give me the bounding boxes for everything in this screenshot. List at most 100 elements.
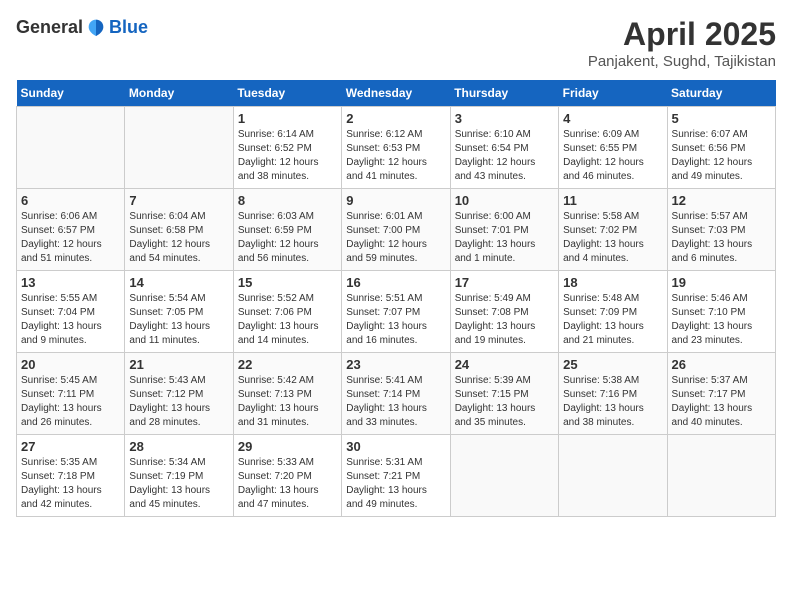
calendar-cell: 2 Sunrise: 6:12 AM Sunset: 6:53 PM Daylig…: [342, 107, 450, 189]
day-info: Sunrise: 5:33 AM Sunset: 7:20 PM Dayligh…: [238, 456, 337, 512]
week-row-4: 20 Sunrise: 5:45 AM Sunset: 7:11 PM Dayli…: [17, 353, 776, 435]
day-number: 22: [238, 357, 337, 372]
day-number: 30: [346, 439, 445, 454]
day-number: 25: [563, 357, 662, 372]
calendar-cell: 7Sunrise: 6:04 AM Sunset: 6:58 PM Daylig…: [125, 189, 233, 271]
calendar-cell: 19 Sunrise: 5:46 AM Sunset: 7:10 PM Dayli…: [667, 271, 775, 353]
day-number: 3: [455, 111, 554, 126]
calendar-cell: [667, 435, 775, 517]
day-info: Sunrise: 6:00 AM Sunset: 7:01 PM Dayligh…: [455, 210, 554, 266]
day-info: Sunrise: 5:35 AM Sunset: 7:18 PM Dayligh…: [21, 456, 120, 512]
day-info: Sunrise: 5:58 AM Sunset: 7:02 PM Dayligh…: [563, 210, 662, 266]
day-info: Sunrise: 5:39 AM Sunset: 7:15 PM Dayligh…: [455, 374, 554, 430]
calendar-cell: 13 Sunrise: 5:55 AM Sunset: 7:04 PM Dayli…: [17, 271, 125, 353]
day-header-sunday: Sunday: [17, 80, 125, 107]
calendar-cell: 1 Sunrise: 6:14 AM Sunset: 6:52 PM Daylig…: [233, 107, 341, 189]
day-info: Sunrise: 6:07 AM Sunset: 6:56 PM Dayligh…: [672, 128, 771, 184]
day-info: Sunrise: 5:38 AM Sunset: 7:16 PM Dayligh…: [563, 374, 662, 430]
day-info: Sunrise: 6:12 AM Sunset: 6:53 PM Dayligh…: [346, 128, 445, 184]
day-number: 19: [672, 275, 771, 290]
day-info: Sunrise: 5:57 AM Sunset: 7:03 PM Dayligh…: [672, 210, 771, 266]
subtitle: Panjakent, Sughd, Tajikistan: [588, 53, 776, 70]
day-header-tuesday: Tuesday: [233, 80, 341, 107]
calendar-cell: 8 Sunrise: 6:03 AM Sunset: 6:59 PM Daylig…: [233, 189, 341, 271]
day-info: Sunrise: 5:51 AM Sunset: 7:07 PM Dayligh…: [346, 292, 445, 348]
day-info: Sunrise: 6:09 AM Sunset: 6:55 PM Dayligh…: [563, 128, 662, 184]
calendar-cell: 25 Sunrise: 5:38 AM Sunset: 7:16 PM Dayli…: [559, 353, 667, 435]
calendar-cell: 22Sunrise: 5:42 AM Sunset: 7:13 PM Dayli…: [233, 353, 341, 435]
calendar-cell: [559, 435, 667, 517]
day-number: 1: [238, 111, 337, 126]
day-number: 6: [21, 193, 120, 208]
week-row-3: 13 Sunrise: 5:55 AM Sunset: 7:04 PM Dayli…: [17, 271, 776, 353]
day-number: 11: [563, 193, 662, 208]
day-number: 12: [672, 193, 771, 208]
day-info: Sunrise: 6:10 AM Sunset: 6:54 PM Dayligh…: [455, 128, 554, 184]
day-info: Sunrise: 5:48 AM Sunset: 7:09 PM Dayligh…: [563, 292, 662, 348]
day-number: 17: [455, 275, 554, 290]
calendar-table: SundayMondayTuesdayWednesdayThursdayFrid…: [16, 80, 776, 517]
calendar-cell: 30Sunrise: 5:31 AM Sunset: 7:21 PM Dayli…: [342, 435, 450, 517]
calendar-cell: 20 Sunrise: 5:45 AM Sunset: 7:11 PM Dayli…: [17, 353, 125, 435]
calendar-cell: [125, 107, 233, 189]
logo-blue: Blue: [109, 17, 148, 38]
calendar-cell: 15Sunrise: 5:52 AM Sunset: 7:06 PM Dayli…: [233, 271, 341, 353]
calendar-cell: 4 Sunrise: 6:09 AM Sunset: 6:55 PM Daylig…: [559, 107, 667, 189]
calendar-cell: 28 Sunrise: 5:34 AM Sunset: 7:19 PM Dayli…: [125, 435, 233, 517]
calendar-cell: 24 Sunrise: 5:39 AM Sunset: 7:15 PM Dayli…: [450, 353, 558, 435]
calendar-cell: 16 Sunrise: 5:51 AM Sunset: 7:07 PM Dayli…: [342, 271, 450, 353]
day-number: 5: [672, 111, 771, 126]
calendar-cell: 21 Sunrise: 5:43 AM Sunset: 7:12 PM Dayli…: [125, 353, 233, 435]
day-number: 27: [21, 439, 120, 454]
day-info: Sunrise: 5:45 AM Sunset: 7:11 PM Dayligh…: [21, 374, 120, 430]
calendar-cell: 12 Sunrise: 5:57 AM Sunset: 7:03 PM Dayli…: [667, 189, 775, 271]
calendar-cell: 11 Sunrise: 5:58 AM Sunset: 7:02 PM Dayli…: [559, 189, 667, 271]
calendar-cell: 3 Sunrise: 6:10 AM Sunset: 6:54 PM Daylig…: [450, 107, 558, 189]
day-info: Sunrise: 5:43 AM Sunset: 7:12 PM Dayligh…: [129, 374, 228, 430]
week-row-2: 6Sunrise: 6:06 AM Sunset: 6:57 PM Daylig…: [17, 189, 776, 271]
day-number: 20: [21, 357, 120, 372]
main-title: April 2025: [588, 16, 776, 53]
day-number: 21: [129, 357, 228, 372]
day-info: Sunrise: 6:04 AM Sunset: 6:58 PM Dayligh…: [129, 210, 228, 266]
day-info: Sunrise: 5:55 AM Sunset: 7:04 PM Dayligh…: [21, 292, 120, 348]
calendar-cell: 17Sunrise: 5:49 AM Sunset: 7:08 PM Dayli…: [450, 271, 558, 353]
week-row-1: 1 Sunrise: 6:14 AM Sunset: 6:52 PM Daylig…: [17, 107, 776, 189]
calendar-cell: 29Sunrise: 5:33 AM Sunset: 7:20 PM Dayli…: [233, 435, 341, 517]
day-info: Sunrise: 5:52 AM Sunset: 7:06 PM Dayligh…: [238, 292, 337, 348]
calendar-cell: 26Sunrise: 5:37 AM Sunset: 7:17 PM Dayli…: [667, 353, 775, 435]
day-info: Sunrise: 5:34 AM Sunset: 7:19 PM Dayligh…: [129, 456, 228, 512]
day-info: Sunrise: 6:03 AM Sunset: 6:59 PM Dayligh…: [238, 210, 337, 266]
day-number: 28: [129, 439, 228, 454]
calendar-cell: 14Sunrise: 5:54 AM Sunset: 7:05 PM Dayli…: [125, 271, 233, 353]
day-number: 14: [129, 275, 228, 290]
day-number: 10: [455, 193, 554, 208]
calendar-cell: 27 Sunrise: 5:35 AM Sunset: 7:18 PM Dayli…: [17, 435, 125, 517]
calendar-cell: 5 Sunrise: 6:07 AM Sunset: 6:56 PM Daylig…: [667, 107, 775, 189]
calendar-cell: 9Sunrise: 6:01 AM Sunset: 7:00 PM Daylig…: [342, 189, 450, 271]
day-number: 8: [238, 193, 337, 208]
logo: General Blue: [16, 16, 148, 38]
day-number: 16: [346, 275, 445, 290]
logo-general: General: [16, 17, 83, 38]
day-number: 13: [21, 275, 120, 290]
day-number: 24: [455, 357, 554, 372]
calendar-cell: [450, 435, 558, 517]
calendar-cell: 10 Sunrise: 6:00 AM Sunset: 7:01 PM Dayli…: [450, 189, 558, 271]
day-header-thursday: Thursday: [450, 80, 558, 107]
calendar-cell: 18Sunrise: 5:48 AM Sunset: 7:09 PM Dayli…: [559, 271, 667, 353]
day-number: 26: [672, 357, 771, 372]
logo-icon: [85, 16, 107, 38]
day-number: 9: [346, 193, 445, 208]
title-area: April 2025 Panjakent, Sughd, Tajikistan: [588, 16, 776, 70]
day-number: 23: [346, 357, 445, 372]
calendar-cell: 6Sunrise: 6:06 AM Sunset: 6:57 PM Daylig…: [17, 189, 125, 271]
calendar-cell: 23Sunrise: 5:41 AM Sunset: 7:14 PM Dayli…: [342, 353, 450, 435]
day-info: Sunrise: 5:46 AM Sunset: 7:10 PM Dayligh…: [672, 292, 771, 348]
day-header-wednesday: Wednesday: [342, 80, 450, 107]
day-number: 4: [563, 111, 662, 126]
day-info: Sunrise: 6:14 AM Sunset: 6:52 PM Dayligh…: [238, 128, 337, 184]
day-header-saturday: Saturday: [667, 80, 775, 107]
day-number: 2: [346, 111, 445, 126]
page-header: General Blue April 2025 Panjakent, Sughd…: [16, 16, 776, 70]
